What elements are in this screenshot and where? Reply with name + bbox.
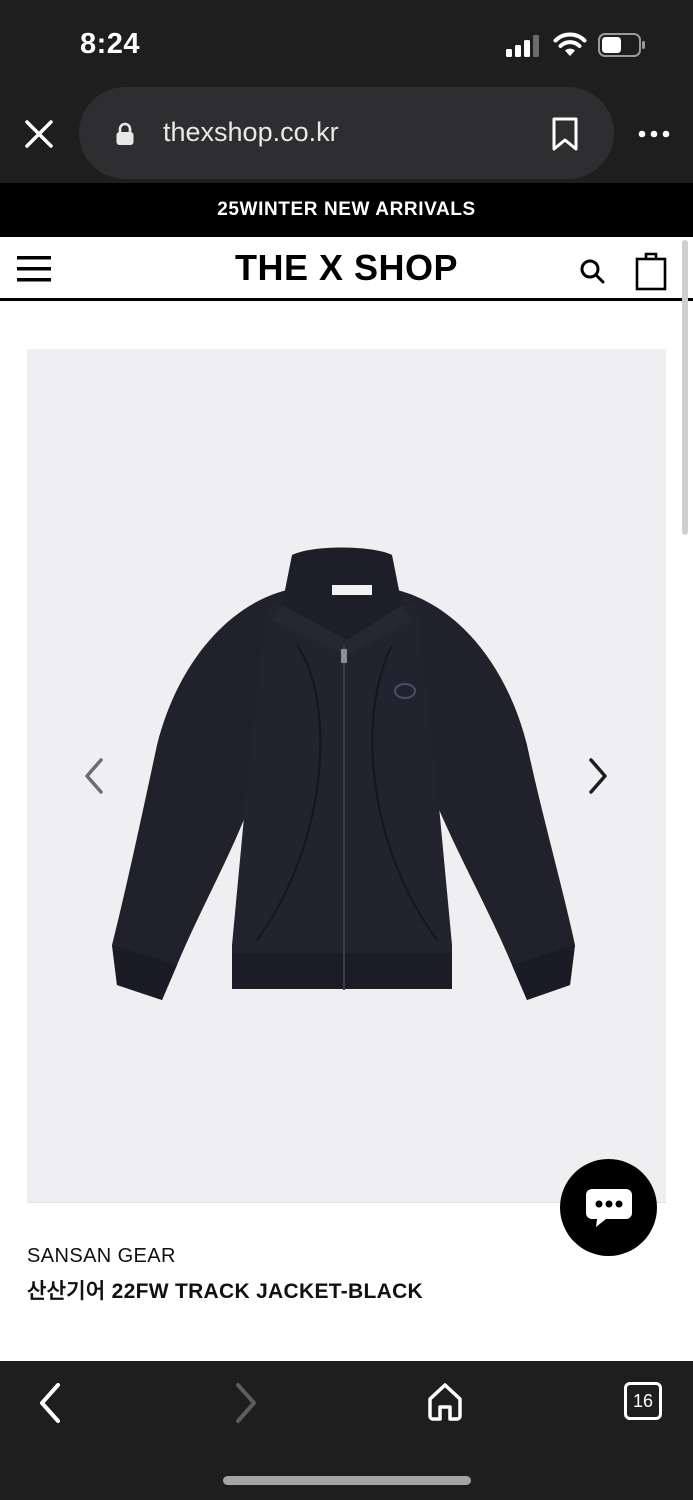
back-arrow-icon[interactable] (34, 1381, 66, 1425)
tab-count: 16 (632, 1390, 654, 1411)
wifi-icon (553, 32, 587, 56)
hamburger-menu-icon[interactable] (17, 254, 51, 284)
forward-arrow-icon[interactable] (230, 1381, 262, 1425)
status-time: 8:24 (80, 28, 141, 60)
product-image-track-jacket (112, 547, 575, 1000)
tabs-button[interactable]: 16 (624, 1382, 662, 1420)
chevron-right-icon[interactable] (581, 754, 615, 798)
promo-banner[interactable]: 25WINTER NEW ARRIVALS (0, 183, 693, 237)
chat-button[interactable] (560, 1159, 657, 1256)
close-icon (25, 120, 53, 148)
chevron-left-icon[interactable] (77, 754, 111, 798)
cellular-signal-icon (506, 35, 539, 57)
chat-bubble-icon (585, 1188, 632, 1227)
address-bar[interactable] (79, 87, 614, 179)
more-options-button[interactable] (636, 120, 672, 148)
page-scrollbar[interactable] (682, 240, 688, 535)
lock-icon (116, 122, 134, 145)
bookmark-icon[interactable] (551, 116, 579, 152)
battery-icon (598, 33, 645, 57)
promo-text: 25WINTER NEW ARRIVALS (217, 199, 476, 220)
search-icon[interactable] (578, 257, 606, 285)
home-indicator[interactable] (223, 1476, 471, 1485)
close-tab-button[interactable] (18, 113, 60, 155)
product-name: 산산기어 22FW TRACK JACKET-BLACK (27, 1280, 424, 1303)
status-bar: 8:24 (0, 0, 693, 88)
more-icon (638, 130, 670, 138)
url-text[interactable]: thexshop.co.kr (163, 117, 339, 148)
shopping-bag-icon[interactable] (634, 251, 668, 291)
product-brand[interactable]: SANSAN GEAR (27, 1245, 176, 1268)
product-image-gallery[interactable] (27, 349, 666, 1203)
browser-chrome-top: 8:24 thexshop.co.kr (0, 0, 693, 183)
home-icon[interactable] (426, 1381, 464, 1421)
site-header: THE X SHOP (0, 237, 693, 301)
